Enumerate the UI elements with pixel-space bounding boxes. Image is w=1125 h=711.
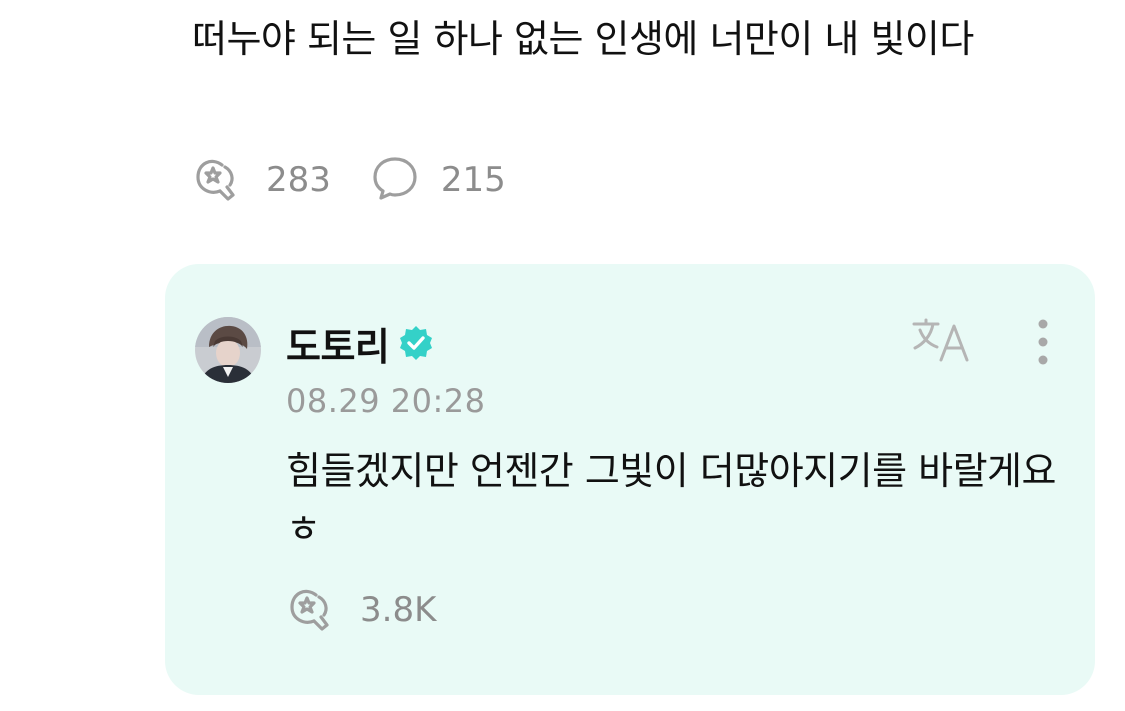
author-name[interactable]: 도토리 [286, 316, 390, 371]
star-hand-icon [192, 155, 244, 205]
speech-bubble-icon [371, 155, 419, 205]
reply-like-count: 3.8K [360, 590, 437, 630]
post-like-button[interactable]: 283 [192, 155, 331, 205]
post-comment-count: 215 [440, 160, 506, 200]
reply-actions: 3.8K [286, 586, 436, 634]
reply-text: 힘들겠지만 언젠간 그빛이 더많아지기를 바랄게요 ㅎ [286, 449, 1056, 551]
reply-timestamp: 08.29 20:28 [286, 382, 486, 420]
reply-like-button[interactable]: 3.8K [286, 585, 436, 635]
author-row: 도토리 [286, 316, 435, 371]
reply-card: 도토리 08.29 20:28 힘들겠지만 언젠간 그빛이 더많아지기를 바랄게… [165, 264, 1095, 695]
post-text: 떠누야 되는 일 하나 없는 인생에 너만이 내 빛이다 [192, 17, 974, 61]
post-actions: 283 215 [192, 156, 506, 204]
verified-badge-icon [397, 324, 435, 362]
more-vertical-icon [1025, 319, 1061, 374]
translate-icon [911, 318, 975, 370]
more-options-button[interactable] [1025, 316, 1061, 370]
post-like-count: 283 [266, 160, 331, 200]
star-hand-icon [286, 585, 338, 635]
post-comment-button[interactable]: 215 [371, 155, 506, 205]
comment-thread: 떠누야 되는 일 하나 없는 인생에 너만이 내 빛이다 283 215 도토리… [0, 0, 1125, 711]
translate-button[interactable] [911, 316, 975, 366]
avatar[interactable] [195, 317, 261, 383]
